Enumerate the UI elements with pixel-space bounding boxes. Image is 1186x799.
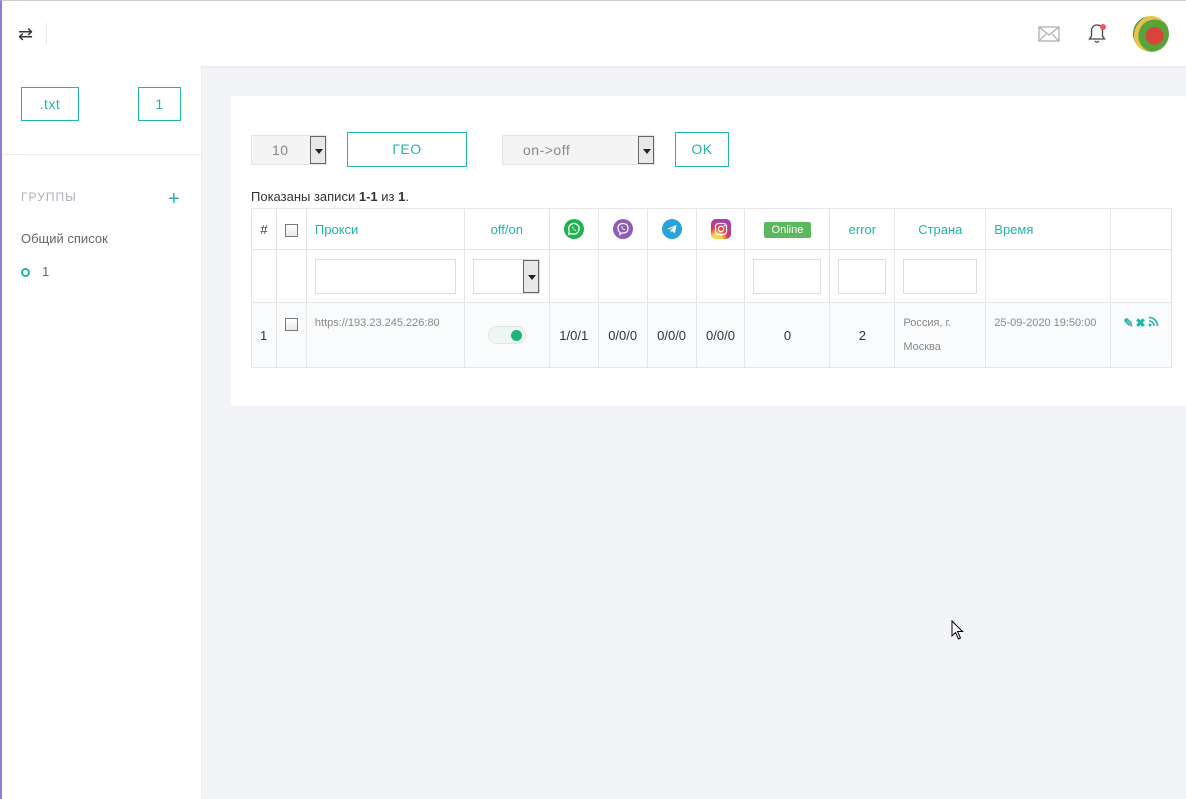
- circle-icon: [21, 268, 30, 277]
- whatsapp-icon: [563, 219, 584, 239]
- row-num: 1: [251, 302, 277, 368]
- row-telegram: 0/0/0: [646, 302, 697, 368]
- table-header-row: # Прокси off/on Online error Страна Врем…: [251, 208, 1172, 250]
- filter-cell: [744, 249, 831, 303]
- country-filter-input[interactable]: [903, 258, 978, 294]
- filter-cell: [251, 249, 277, 303]
- avatar[interactable]: [1133, 16, 1169, 52]
- per-page-value: 10: [272, 142, 289, 158]
- col-header-select-all: [275, 208, 307, 250]
- offon-filter-select[interactable]: [473, 258, 541, 294]
- enabled-toggle[interactable]: [487, 326, 526, 344]
- groups-heading: ГРУППЫ: [21, 190, 77, 204]
- sidebar-divider: [2, 154, 202, 155]
- mail-icon[interactable]: [1038, 25, 1060, 43]
- chevron-down-icon[interactable]: [310, 136, 326, 164]
- filter-cell: [695, 249, 746, 303]
- filter-cell: [548, 249, 599, 303]
- row-proxy: https://193.23.245.226:80: [305, 302, 465, 368]
- col-header-actions: [1110, 208, 1172, 250]
- col-header-error[interactable]: error: [829, 208, 896, 250]
- filter-cell: [894, 249, 987, 303]
- divider: [46, 23, 47, 45]
- top-bar: ⇄: [0, 0, 1186, 66]
- col-header-telegram: [646, 208, 697, 250]
- notification-dot: [1100, 24, 1106, 30]
- row-country-line2: Москва: [903, 341, 941, 353]
- row-time: 25-09-2020 19:50:00: [985, 302, 1112, 368]
- filter-cell: [829, 249, 896, 303]
- sidebar: .txt 1 ГРУППЫ + Общий список 1: [0, 66, 202, 799]
- row-viber: 0/0/0: [597, 302, 648, 368]
- filter-cell: [646, 249, 697, 303]
- swap-arrows-icon[interactable]: ⇄: [18, 23, 40, 45]
- summary-suffix: .: [405, 189, 409, 204]
- proxy-card: 10 ГЕО on->off OK Показаны записи 1-1 из…: [231, 96, 1186, 406]
- viber-icon: [612, 219, 633, 239]
- row-select-cell: [275, 302, 307, 368]
- telegram-icon: [661, 219, 682, 239]
- col-header-num: #: [251, 208, 277, 250]
- select-all-checkbox[interactable]: [284, 223, 298, 237]
- error-filter-input[interactable]: [838, 258, 887, 294]
- status-filter-select[interactable]: on->off: [502, 135, 655, 165]
- chevron-down-icon[interactable]: [523, 259, 540, 293]
- row-actions: ✎ ✖: [1110, 302, 1172, 368]
- filter-cell: [463, 249, 550, 303]
- filter-cell: [1110, 249, 1172, 303]
- geo-button[interactable]: ГЕО: [347, 132, 467, 167]
- filter-cell: [275, 249, 307, 303]
- ok-button[interactable]: OK: [675, 132, 729, 167]
- chevron-down-icon[interactable]: [638, 136, 654, 164]
- count-button[interactable]: 1: [138, 87, 181, 121]
- online-badge: Online: [763, 221, 812, 238]
- col-header-time[interactable]: Время: [985, 208, 1112, 250]
- col-header-instagram: [695, 208, 746, 250]
- proxy-table: # Прокси off/on Online error Страна Врем…: [251, 208, 1172, 368]
- col-header-viber: [597, 208, 648, 250]
- summary-range: 1-1: [358, 189, 378, 204]
- instagram-icon: [710, 219, 731, 239]
- mouse-cursor-icon: [951, 620, 964, 640]
- per-page-select[interactable]: 10: [251, 135, 327, 165]
- row-country-line1: Россия, г.: [903, 317, 952, 329]
- sidebar-item-general-list[interactable]: Общий список: [21, 231, 108, 246]
- filter-row: [251, 249, 1172, 303]
- col-header-proxy[interactable]: Прокси: [305, 208, 465, 250]
- row-whatsapp: 1/0/1: [548, 302, 599, 368]
- summary-prefix: Показаны записи: [251, 189, 356, 204]
- col-header-whatsapp: [548, 208, 599, 250]
- sidebar-item-group-1[interactable]: 1: [21, 264, 49, 279]
- proxy-filter-input[interactable]: [314, 258, 456, 294]
- table-row: 1 https://193.23.245.226:80 1/0/1 0/0/0 …: [251, 302, 1172, 368]
- row-online: 0: [744, 302, 831, 368]
- row-toggle-cell: [463, 302, 550, 368]
- row-error: 2: [829, 302, 896, 368]
- filter-cell: [985, 249, 1112, 303]
- status-filter-value: on->off: [523, 142, 571, 158]
- online-filter-input[interactable]: [753, 258, 822, 294]
- export-txt-button[interactable]: .txt: [21, 87, 79, 121]
- col-header-online[interactable]: Online: [744, 208, 831, 250]
- sidebar-item-label: 1: [42, 264, 50, 279]
- row-country: Россия, г. Москва: [894, 302, 987, 368]
- filter-cell: [305, 249, 465, 303]
- rss-icon[interactable]: [1148, 316, 1159, 330]
- add-group-button[interactable]: +: [168, 189, 180, 209]
- delete-icon[interactable]: ✖: [1136, 316, 1146, 330]
- row-checkbox[interactable]: [284, 318, 298, 332]
- records-summary: Показаны записи 1-1 из 1.: [251, 189, 409, 204]
- summary-of: из: [381, 189, 395, 204]
- col-header-country[interactable]: Страна: [894, 208, 987, 250]
- row-instagram: 0/0/0: [695, 302, 746, 368]
- col-header-offon[interactable]: off/on: [463, 208, 550, 250]
- filter-cell: [597, 249, 648, 303]
- edit-icon[interactable]: ✎: [1123, 316, 1133, 330]
